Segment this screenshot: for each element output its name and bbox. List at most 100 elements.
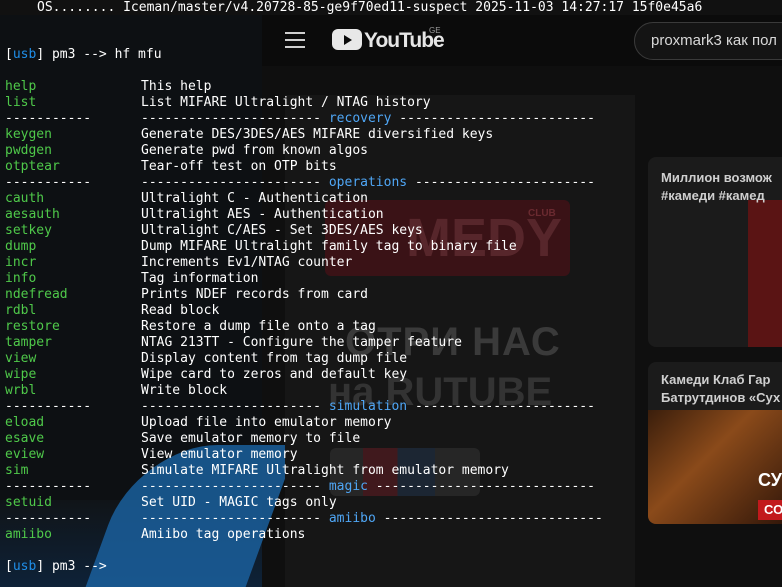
separator-dashes: ----------- [5,399,92,414]
command-description: View emulator memory [141,447,298,462]
command-description: Set UID - MAGIC tags only [141,495,337,510]
separator-dashes: ----------- [5,479,92,494]
command-row: otptear Tear-off test on OTP bits [5,159,337,175]
prompt-text: pm3 --> [44,559,107,574]
command-row: wrbl Write block [5,383,227,399]
separator-dashes: ----------- [5,111,92,126]
pm3-terminal[interactable]: OS........ Iceman/master/v4.20728-85-ge9… [0,0,782,587]
command-name: pwdgen [5,143,52,158]
section-heading: ----------------------- recovery -------… [141,111,595,127]
command-row: sim Simulate MIFARE Ultralight from emula… [5,463,509,479]
command-description: Prints NDEF records from card [141,287,368,302]
command-name: otptear [5,159,60,174]
command-name: eview [5,447,45,462]
command-name: incr [5,255,37,270]
command-name: esave [5,431,45,446]
command-row: keygen Generate DES/3DES/AES MIFARE diver… [5,127,493,143]
command-name: view [5,351,37,366]
section-dashes-left: ----------------------- [141,479,329,494]
command-row: amiibo Amiibo tag operations [5,527,305,543]
command-row: help This help [5,79,211,95]
section-label: simulation [328,399,408,414]
command-description: Read block [141,303,220,318]
command-description: Save emulator memory to file [141,431,361,446]
section-separator: ----------- ----------------------- magic… [5,479,595,495]
command-description: Ultralight AES - Authentication [141,207,384,222]
section-label: magic [328,479,368,494]
command-row: restore Restore a dump file onto a tag [5,319,376,335]
command-name: list [5,95,37,110]
command-description: Simulate MIFARE Ultralight from emulator… [141,463,509,478]
terminal-banner: OS........ Iceman/master/v4.20728-85-ge9… [0,0,782,15]
command-row: info Tag information [5,271,258,287]
section-dashes-right: ----------------------- [407,399,595,414]
section-heading: ----------------------- magic ----------… [141,479,595,495]
command-description: Ultralight C/AES - Set 3DES/AES keys [141,223,423,238]
section-dashes-left: ----------------------- [141,175,329,190]
section-separator: ----------- ----------------------- opera… [5,175,595,191]
command-name: amiibo [5,527,52,542]
command-description: This help [141,79,212,94]
command-row: aesauth Ultralight AES - Authentication [5,207,384,223]
section-separator: ----------- ----------------------- recov… [5,111,595,127]
section-label: amiibo [328,511,376,526]
command-name: sim [5,463,29,478]
section-heading: ----------------------- operations -----… [141,175,595,191]
command-description: Tag information [141,271,259,286]
command-prompt-line: [usb] pm3 --> hf mfu [5,47,162,63]
section-label: recovery [328,111,392,126]
command-description: Write block [141,383,228,398]
command-name: rdbl [5,303,37,318]
section-dashes-left: ----------------------- [141,511,329,526]
command-row: view Display content from tag dump file [5,351,407,367]
command-description: Dump MIFARE Ultralight family tag to bin… [141,239,517,254]
command-description: Generate DES/3DES/AES MIFARE diversified… [141,127,494,142]
command-name: cauth [5,191,45,206]
command-description: List MIFARE Ultralight / NTAG history [141,95,431,110]
command-description: Display content from tag dump file [141,351,408,366]
separator-dashes: ----------- [5,175,92,190]
command-name: wipe [5,367,37,382]
section-dashes-right: ---------------------------- [375,511,603,526]
section-dashes-left: ----------------------- [141,399,329,414]
command-description: Upload file into emulator memory [141,415,392,430]
command-name: restore [5,319,60,334]
command-description: Restore a dump file onto a tag [141,319,376,334]
command-description: Generate pwd from known algos [141,143,368,158]
prompt-device: usb [12,559,37,574]
command-description: Tear-off test on OTP bits [141,159,337,174]
prompt-device: usb [12,47,37,62]
command-description: Wipe card to zeros and default key [141,367,408,382]
command-row: rdbl Read block [5,303,219,319]
command-row: incr Increments Ev1/NTAG counter [5,255,352,271]
command-row: pwdgen Generate pwd from known algos [5,143,368,159]
command-description: Amiibo tag operations [141,527,306,542]
command-name: eload [5,415,45,430]
section-heading: ----------------------- simulation -----… [141,399,595,415]
section-separator: ----------- ----------------------- amiib… [5,511,603,527]
command-row: tamper NTAG 213TT - Configure the tamper … [5,335,462,351]
section-dashes-right: ------------------------- [391,111,595,126]
command-row: ndefread Prints NDEF records from card [5,287,368,303]
command-name: setkey [5,223,52,238]
command-name: setuid [5,495,52,510]
prompt-bracket-close: ] [36,47,45,62]
command-row: setuid Set UID - MAGIC tags only [5,495,337,511]
command-row: esave Save emulator memory to file [5,431,360,447]
section-heading: ----------------------- amiibo ---------… [141,511,603,527]
command-description: NTAG 213TT - Configure the tamper featur… [141,335,462,350]
command-name: tamper [5,335,52,350]
prompt-command-text: pm3 --> hf mfu [44,47,162,62]
version-banner-text: OS........ Iceman/master/v4.20728-85-ge9… [37,0,703,15]
command-row: cauth Ultralight C - Authentication [5,191,368,207]
command-name: wrbl [5,383,37,398]
command-name: aesauth [5,207,60,222]
prompt-bracket-close: ] [36,559,45,574]
section-label: operations [328,175,408,190]
command-name: ndefread [5,287,68,302]
command-description: Increments Ev1/NTAG counter [141,255,353,270]
prompt-bracket-open: [ [5,559,13,574]
prompt-bracket-open: [ [5,47,13,62]
command-prompt-input[interactable]: [usb] pm3 --> [5,559,107,575]
command-row: wipe Wipe card to zeros and default key [5,367,407,383]
